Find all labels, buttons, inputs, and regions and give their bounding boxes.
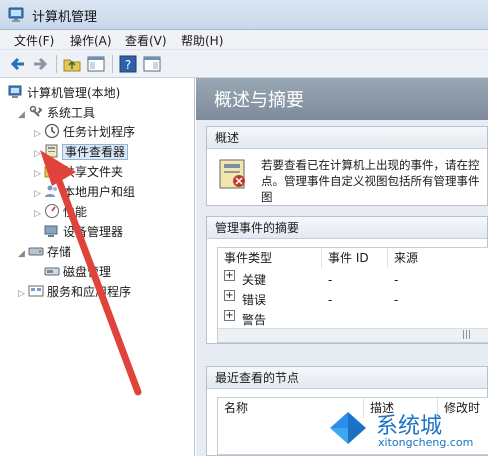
- collapsed-arrow-icon[interactable]: ▷: [34, 145, 44, 163]
- toolbar-separator: [56, 55, 57, 73]
- toolbox-icon: [29, 105, 43, 117]
- tree-label: 事件查看器: [61, 144, 129, 160]
- tree-label: 存储: [47, 245, 72, 259]
- computer-management-icon: [8, 85, 22, 98]
- cell-source: -: [394, 273, 399, 287]
- svg-text:?: ?: [125, 58, 131, 72]
- tree-label: 计算机管理(本地): [27, 86, 121, 100]
- content-header: 概述与摘要: [196, 78, 488, 120]
- performance-icon: [45, 204, 59, 218]
- column-header-event-type[interactable]: 事件类型: [218, 248, 322, 268]
- up-folder-icon[interactable]: [62, 54, 82, 74]
- collapsed-arrow-icon[interactable]: ▷: [34, 185, 44, 203]
- expanded-arrow-icon[interactable]: ◢: [18, 106, 28, 124]
- event-log-icon: [219, 159, 245, 189]
- menu-action[interactable]: 操作(A): [70, 32, 112, 49]
- navigation-tree: 计算机管理(本地) ◢ 系统工具 ▷ 任务计划程序 ▷ 事件查看器 ▷ 共享文件…: [0, 78, 195, 456]
- overview-title[interactable]: 概述: [207, 127, 487, 149]
- tree-label: 系统工具: [47, 106, 96, 120]
- column-header-source[interactable]: 来源: [388, 248, 488, 268]
- tree-item-shared-folders[interactable]: ▷ 共享文件夹: [34, 163, 123, 181]
- watermark-logo: 系统城 xitongcheng.com: [322, 402, 482, 452]
- collapsed-arrow-icon[interactable]: ▷: [34, 125, 44, 143]
- windows-logo-icon: [330, 412, 366, 444]
- shared-folder-icon: [44, 166, 60, 178]
- tree-item-disk-management[interactable]: 磁盘管理: [44, 263, 111, 281]
- back-arrow-icon[interactable]: [8, 54, 28, 74]
- tree-item-system-tools[interactable]: ◢ 系统工具: [18, 104, 95, 122]
- storage-icon: [28, 247, 44, 256]
- tree-item-services-applications[interactable]: ▷ 服务和应用程序: [18, 283, 131, 301]
- tree-label: 服务和应用程序: [47, 285, 132, 299]
- menu-bar: 文件(F) 操作(A) 查看(V) 帮助(H): [0, 30, 488, 50]
- tree-item-storage[interactable]: ◢ 存储: [18, 243, 71, 261]
- forward-arrow-icon[interactable]: [30, 54, 50, 74]
- scroll-grip-icon: |||: [462, 330, 472, 340]
- collapsed-arrow-icon[interactable]: ▷: [34, 165, 44, 183]
- tree-label: 共享文件夹: [63, 165, 124, 179]
- cell-event-type: 警告: [242, 313, 267, 327]
- tree-item-computer-management[interactable]: 计算机管理(本地): [8, 84, 120, 102]
- events-table: 事件类型 事件 ID 来源 + 关键 - - + 错误 - - + 警告 |||: [217, 247, 488, 343]
- window-title: 计算机管理: [32, 10, 98, 25]
- cell-event-type: 关键: [242, 273, 267, 287]
- tree-label: 本地用户和组: [63, 185, 136, 199]
- expanded-arrow-icon[interactable]: ◢: [18, 245, 28, 263]
- toolbar-separator: [112, 55, 113, 73]
- content-pane: 概述与摘要 概述 若要查看已在计算机上出现的事件，请在控点。管理事件自定义视图包…: [196, 78, 488, 456]
- collapsed-arrow-icon[interactable]: ▷: [34, 205, 44, 223]
- services-icon: [28, 285, 44, 297]
- cell-event-type: 错误: [242, 293, 267, 307]
- tree-item-performance[interactable]: ▷ 性能: [34, 203, 87, 221]
- tree-item-local-users-groups[interactable]: ▷ 本地用户和组: [34, 183, 135, 201]
- cell-event-id: -: [328, 273, 333, 287]
- disk-icon: [44, 267, 60, 276]
- tree-label: 设备管理器: [63, 225, 124, 239]
- help-icon[interactable]: ?: [118, 54, 138, 74]
- show-action-pane-icon[interactable]: [142, 54, 162, 74]
- admin-events-summary-section: 管理事件的摘要 事件类型 事件 ID 来源 + 关键 - - + 错误 - - …: [206, 216, 488, 344]
- overview-section: 概述 若要查看已在计算机上出现的事件，请在控点。管理事件自定义视图包括所有管理事…: [206, 126, 488, 206]
- tree-label: 任务计划程序: [63, 125, 136, 139]
- table-row[interactable]: + 关键 - -: [218, 270, 488, 290]
- watermark-url: xitongcheng.com: [378, 436, 474, 449]
- summary-title[interactable]: 管理事件的摘要: [207, 217, 487, 239]
- column-header-event-id[interactable]: 事件 ID: [322, 248, 388, 268]
- menu-file[interactable]: 文件(F): [14, 32, 54, 49]
- tree-label: 性能: [63, 205, 88, 219]
- device-manager-icon: [44, 225, 58, 237]
- users-icon: [45, 185, 57, 197]
- cell-event-id: -: [328, 293, 333, 307]
- tree-item-event-viewer[interactable]: ▷ 事件查看器: [34, 143, 129, 163]
- menu-help[interactable]: 帮助(H): [181, 32, 223, 49]
- overview-description: 若要查看已在计算机上出现的事件，请在控点。管理事件自定义视图包括所有管理事件图: [261, 158, 480, 204]
- tree-label: 磁盘管理: [63, 265, 112, 279]
- table-row[interactable]: + 警告: [218, 310, 488, 330]
- horizontal-scrollbar[interactable]: |||: [218, 328, 488, 342]
- table-row[interactable]: + 错误 - -: [218, 290, 488, 310]
- computer-management-icon: [8, 7, 24, 22]
- title-bar: 计算机管理: [0, 0, 488, 30]
- menu-view[interactable]: 查看(V): [125, 32, 167, 49]
- toolbar: ?: [0, 50, 488, 78]
- recent-title[interactable]: 最近查看的节点: [207, 367, 487, 389]
- event-viewer-icon: [45, 144, 58, 158]
- page-title: 概述与摘要: [214, 90, 304, 111]
- show-hide-tree-icon[interactable]: [86, 54, 106, 74]
- cell-source: -: [394, 293, 399, 307]
- clock-icon: [44, 123, 60, 139]
- collapsed-arrow-icon[interactable]: ▷: [18, 285, 28, 303]
- tree-item-device-manager[interactable]: 设备管理器: [44, 223, 123, 241]
- tree-item-task-scheduler[interactable]: ▷ 任务计划程序: [34, 123, 135, 141]
